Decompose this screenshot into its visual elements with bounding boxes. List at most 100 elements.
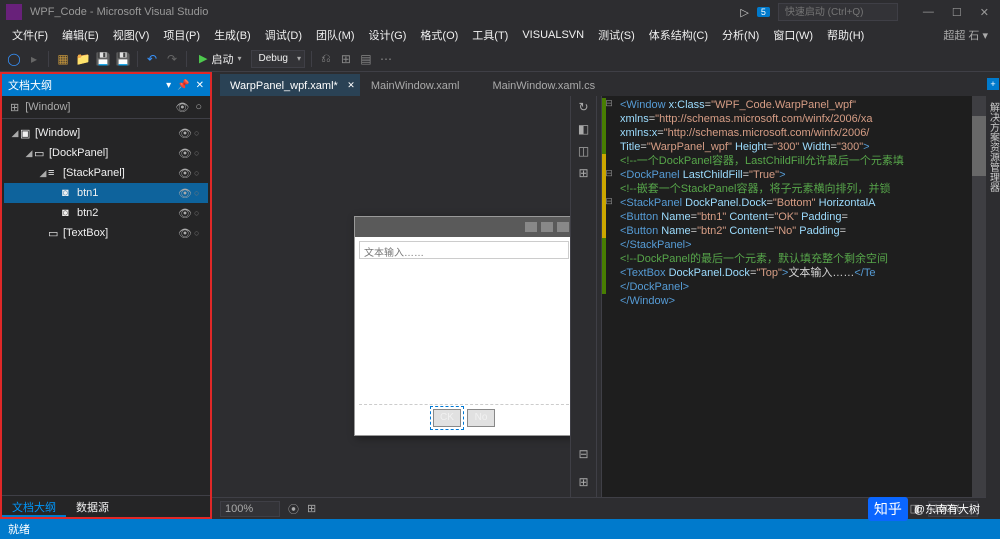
lock-icon[interactable]: ○ [195, 101, 202, 113]
maximize-icon[interactable]: ☐ [947, 4, 967, 21]
tree-row[interactable]: ◙btn1👁○ [4, 183, 208, 203]
zoom-icon[interactable]: ⊞ [307, 502, 316, 515]
redo-icon[interactable]: ↷ [164, 51, 180, 67]
pin-icon[interactable]: 📌 [177, 80, 189, 91]
zoom-icon[interactable]: ⦿ [288, 501, 299, 517]
dropdown-icon[interactable]: ▾ [166, 80, 171, 91]
visibility-icon[interactable]: 👁 [178, 127, 192, 140]
lock-icon[interactable]: ○ [194, 168, 204, 178]
toolbox-icon[interactable]: ◫ [576, 144, 592, 160]
tree-toggle-icon[interactable]: ◢ [10, 128, 20, 139]
menu-item[interactable]: 生成(B) [208, 25, 257, 45]
menu-item[interactable]: 格式(O) [414, 25, 464, 45]
save-all-icon[interactable]: 💾 [115, 51, 131, 67]
menu-item[interactable]: 窗口(W) [767, 25, 819, 45]
toolbox-icon[interactable]: ◧ [576, 122, 592, 138]
xaml-code-editor[interactable]: ⊟ ⊟ ⊟ <Window x:Class="WPF_Code.WarpPane… [602, 96, 986, 497]
close-panel-icon[interactable]: ✕ [196, 80, 204, 91]
notify-count[interactable]: 5 [757, 7, 770, 17]
code-content[interactable]: <Window x:Class="WPF_Code.WarpPanel_wpf"… [616, 96, 986, 497]
scrollbar-thumb[interactable] [972, 116, 986, 176]
menu-item[interactable]: 体系结构(C) [643, 25, 714, 45]
zoom-combo[interactable]: 100% [220, 501, 280, 517]
bottom-tab[interactable]: 文档大纲 [2, 496, 66, 517]
code-line[interactable]: <Button Name="btn1" Content="OK" Padding… [620, 210, 982, 224]
code-line[interactable]: xmlns="http://schemas.microsoft.com/winf… [620, 112, 982, 126]
start-debug-button[interactable]: ▶ 启动 ▾ [193, 49, 247, 69]
menu-item[interactable]: 文件(F) [6, 25, 54, 45]
tree-row[interactable]: ▭[TextBox]👁○ [4, 223, 208, 243]
quick-launch-input[interactable] [778, 3, 898, 21]
visibility-icon[interactable]: 👁 [178, 167, 192, 180]
tree-row[interactable]: ◙btn2👁○ [4, 203, 208, 223]
preview-button-btn2[interactable]: No [467, 409, 495, 427]
tree-row[interactable]: ◢≡[StackPanel]👁○ [4, 163, 208, 183]
back-icon[interactable]: ◯ [6, 51, 22, 67]
menu-item[interactable]: 调试(D) [259, 25, 308, 45]
open-icon[interactable]: 📁 [75, 51, 91, 67]
menu-item[interactable]: 编辑(E) [56, 25, 105, 45]
code-line[interactable]: </DockPanel> [620, 280, 982, 294]
lock-icon[interactable]: ○ [194, 148, 204, 158]
code-line[interactable]: </Window> [620, 294, 982, 308]
xaml-designer[interactable]: 文本输入…… CK No ↻ ◧ ◫ ⊞ ⊟ ⊞ [212, 96, 596, 497]
menu-item[interactable]: 测试(S) [592, 25, 641, 45]
lock-icon[interactable]: ○ [194, 208, 204, 218]
lock-icon[interactable]: ○ [194, 188, 204, 198]
user-menu[interactable]: 超超 石 ▾ [943, 27, 994, 43]
outline-root-row[interactable]: ⊞ [Window] 👁 ○ [2, 96, 210, 118]
forward-icon[interactable]: ▸ [26, 51, 42, 67]
toolbox-icon[interactable]: ⊞ [576, 475, 592, 491]
tb-icon[interactable]: ▤ [358, 51, 374, 67]
menu-item[interactable]: 视图(V) [107, 25, 156, 45]
menu-item[interactable]: VISUALSVN [516, 27, 590, 43]
preview-textbox[interactable]: 文本输入…… [359, 241, 569, 259]
menu-item[interactable]: 项目(P) [157, 25, 206, 45]
code-line[interactable]: <DockPanel LastChildFill="True"> [620, 168, 982, 182]
code-line[interactable]: </StackPanel> [620, 238, 982, 252]
bottom-tab[interactable]: 数据源 [66, 496, 119, 517]
menu-item[interactable]: 团队(M) [310, 25, 361, 45]
toolbox-icon[interactable]: ⊞ [576, 166, 592, 182]
doc-tab[interactable]: WarpPanel_wpf.xaml*✕ [220, 74, 360, 96]
notify-icon[interactable]: ▷ [740, 6, 748, 19]
toolbox-icon[interactable]: ⊟ [576, 447, 592, 463]
split-btn-icon[interactable]: ◧ [891, 502, 901, 515]
minimize-icon[interactable]: — [918, 4, 939, 21]
tb-icon[interactable]: ⊞ [338, 51, 354, 67]
lock-icon[interactable]: ○ [194, 228, 204, 238]
doc-tab[interactable]: MainWindow.xaml [361, 74, 482, 96]
tb-icon[interactable]: ⋯ [378, 51, 394, 67]
visibility-icon[interactable]: 👁 [178, 227, 192, 240]
scrollbar-vertical[interactable] [972, 96, 986, 497]
collapsed-panel-label[interactable]: 解决方案资源管理器 [986, 102, 1000, 192]
lock-icon[interactable]: ○ [194, 128, 204, 138]
tb-icon[interactable]: ⎌ [318, 51, 334, 67]
visibility-icon[interactable]: 👁 [178, 147, 192, 160]
menu-item[interactable]: 设计(G) [363, 25, 413, 45]
code-line[interactable]: <!--DockPanel的最后一个元素，默认填充整个剩余空间 [620, 252, 982, 266]
code-line[interactable]: <TextBox DockPanel.Dock="Top">文本输入……</Te [620, 266, 982, 280]
code-line[interactable]: Title="WarpPanel_wpf" Height="300" Width… [620, 140, 982, 154]
code-line[interactable]: <Button Name="btn2" Content="No" Padding… [620, 224, 982, 238]
tree-toggle-icon[interactable]: ◢ [24, 148, 34, 159]
eye-icon[interactable]: 👁 [175, 101, 189, 114]
designer-window-preview[interactable]: 文本输入…… CK No [354, 216, 574, 436]
menu-item[interactable]: 工具(T) [466, 25, 514, 45]
tree-toggle-icon[interactable]: ◢ [38, 168, 48, 179]
split-btn-icon[interactable]: ◨ [910, 502, 920, 515]
tab-close-icon[interactable]: ✕ [347, 80, 355, 91]
menu-item[interactable]: 帮助(H) [821, 25, 870, 45]
menu-item[interactable]: 分析(N) [716, 25, 765, 45]
code-line[interactable]: <!--嵌套一个StackPanel容器，将子元素横向排列，并锁 [620, 182, 982, 196]
code-line[interactable]: <!--一个DockPanel容器，LastChildFill允许最后一个元素填 [620, 154, 982, 168]
code-line[interactable]: xmlns:x="http://schemas.microsoft.com/wi… [620, 126, 982, 140]
tree-row[interactable]: ◢▣[Window]👁○ [4, 123, 208, 143]
code-line[interactable]: <Window x:Class="WPF_Code.WarpPanel_wpf" [620, 98, 982, 112]
save-icon[interactable]: 💾 [95, 51, 111, 67]
undo-icon[interactable]: ↶ [144, 51, 160, 67]
tree-row[interactable]: ◢▭[DockPanel]👁○ [4, 143, 208, 163]
visibility-icon[interactable]: 👁 [178, 207, 192, 220]
close-icon[interactable]: ✕ [975, 4, 994, 21]
preview-button-btn1[interactable]: CK [433, 409, 461, 427]
